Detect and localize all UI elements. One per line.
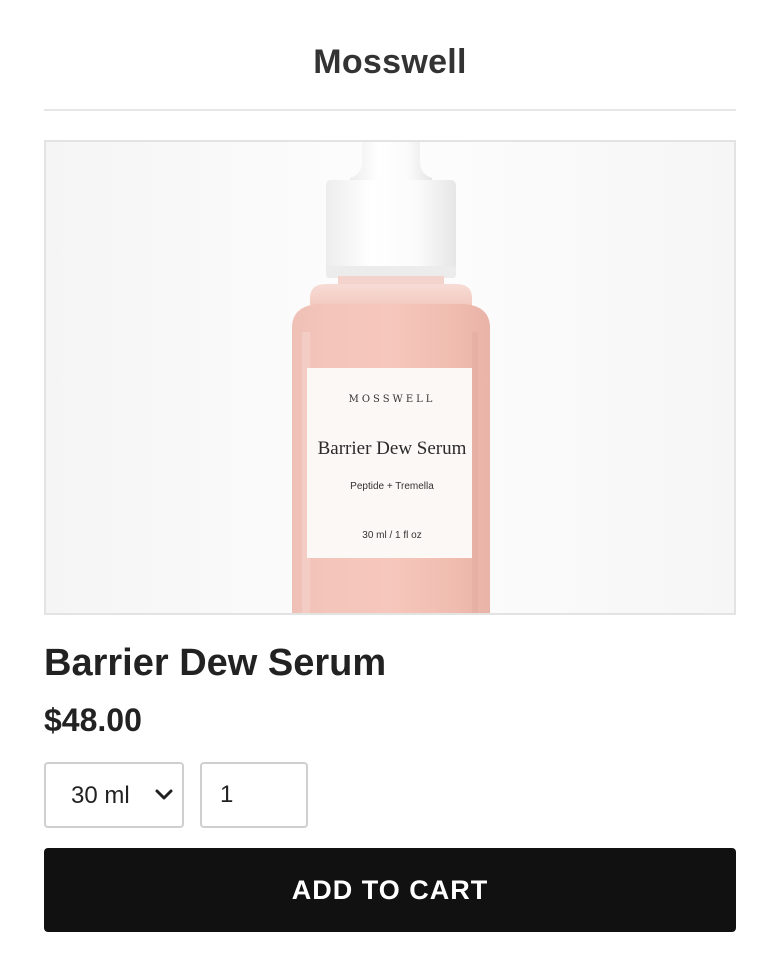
label-size-text: 30 ml / 1 fl oz bbox=[362, 530, 421, 541]
chevron-down-icon bbox=[155, 789, 173, 800]
product-price: $48.00 bbox=[44, 702, 142, 738]
serum-bottle-photo: MOSSWELL Barrier Dew Serum Peptide + Tre… bbox=[46, 142, 734, 613]
product-image[interactable]: MOSSWELL Barrier Dew Serum Peptide + Tre… bbox=[44, 140, 736, 615]
size-select-value: 30 ml bbox=[71, 782, 130, 809]
quantity-input[interactable] bbox=[200, 762, 308, 828]
label-ingredients-text: Peptide + Tremella bbox=[350, 481, 434, 492]
size-select[interactable]: 30 ml bbox=[44, 762, 184, 828]
label-name-text: Barrier Dew Serum bbox=[318, 438, 467, 459]
add-to-cart-button[interactable]: ADD TO CART bbox=[44, 848, 736, 932]
site-header: Mosswell bbox=[44, 0, 736, 111]
label-brand-text: MOSSWELL bbox=[349, 394, 436, 405]
brand-logo[interactable]: Mosswell bbox=[44, 42, 736, 82]
product-title: Barrier Dew Serum bbox=[44, 642, 387, 684]
